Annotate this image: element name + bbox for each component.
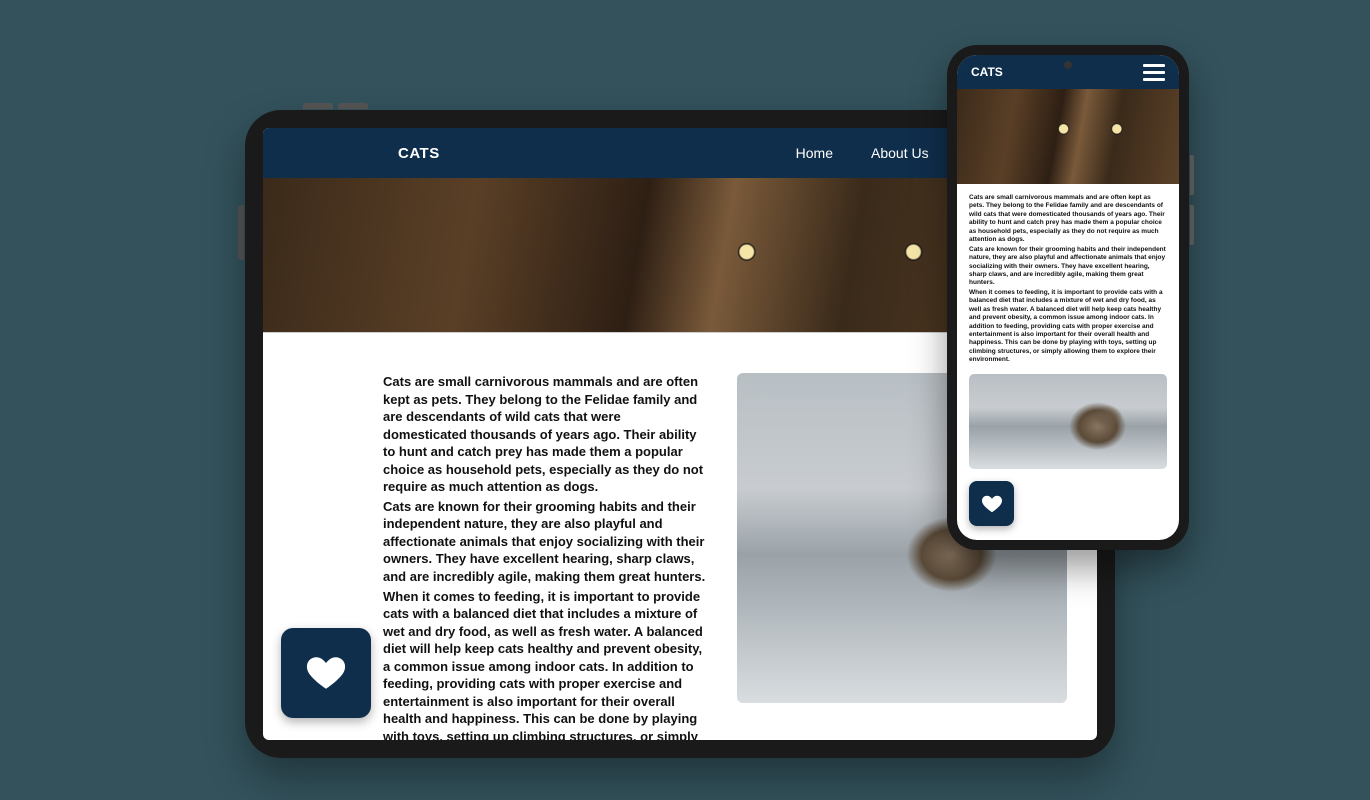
- paragraph-2: Cats are known for their grooming habits…: [383, 498, 707, 586]
- phone-hw-button: [1190, 205, 1194, 245]
- site-logo[interactable]: CATS: [971, 65, 1003, 79]
- tablet-hw-button: [238, 205, 244, 260]
- side-image: [969, 374, 1167, 469]
- paragraph-1: Cats are small carnivorous mammals and a…: [383, 373, 707, 496]
- article-text: Cats are small carnivorous mammals and a…: [383, 373, 707, 740]
- menu-button[interactable]: [1143, 64, 1165, 81]
- paragraph-2: Cats are known for their grooming habits…: [969, 246, 1167, 288]
- phone-hw-button: [1190, 155, 1194, 195]
- hamburger-icon: [1143, 71, 1165, 74]
- paragraph-3: When it comes to feeding, it is importan…: [383, 588, 707, 740]
- paragraph-3: When it comes to feeding, it is importan…: [969, 289, 1167, 365]
- hamburger-icon: [1143, 64, 1165, 67]
- phone-device: CATS Cats are small carnivorous mammals …: [947, 45, 1189, 550]
- hero-image: [957, 89, 1179, 184]
- tablet-hw-button: [303, 103, 333, 109]
- tablet-hw-button: [338, 103, 368, 109]
- phone-camera: [1064, 61, 1072, 69]
- phone-screen: CATS Cats are small carnivorous mammals …: [957, 55, 1179, 540]
- favorite-button[interactable]: [281, 628, 371, 718]
- nav-home[interactable]: Home: [796, 145, 833, 161]
- site-logo[interactable]: CATS: [398, 145, 440, 162]
- heart-icon: [305, 652, 347, 694]
- article-text: Cats are small carnivorous mammals and a…: [957, 184, 1179, 374]
- paragraph-1: Cats are small carnivorous mammals and a…: [969, 194, 1167, 245]
- favorite-button[interactable]: [969, 481, 1014, 526]
- nav-about[interactable]: About Us: [871, 145, 929, 161]
- hamburger-icon: [1143, 78, 1165, 81]
- heart-icon: [981, 493, 1003, 515]
